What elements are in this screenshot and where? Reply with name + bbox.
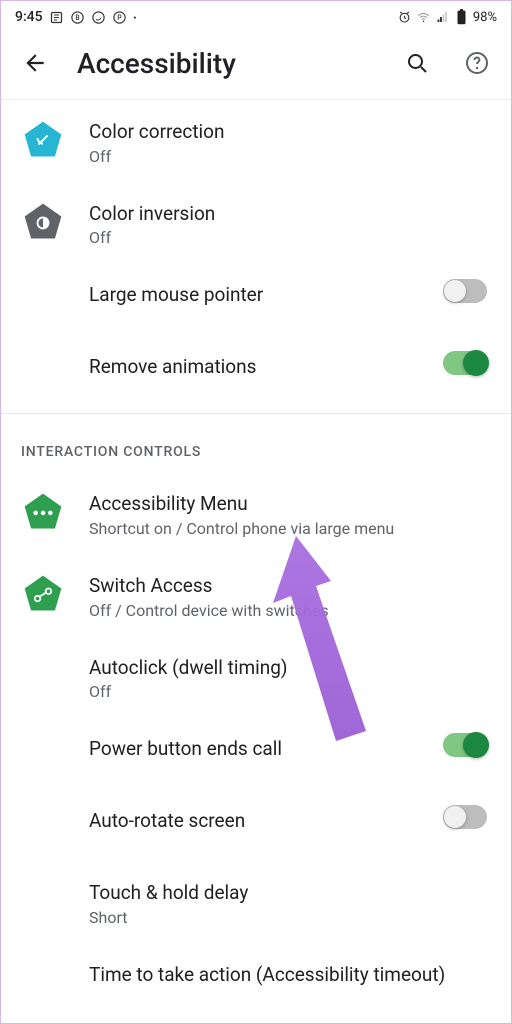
item-color-inversion[interactable]: Color inversion Off (1, 182, 511, 264)
item-autoclick[interactable]: Autoclick (dwell timing) Off (1, 636, 511, 718)
item-title: Large mouse pointer (89, 283, 419, 308)
signal-icon (435, 10, 450, 25)
item-sub: Shortcut on / Control phone via large me… (89, 519, 491, 538)
item-title: Remove animations (89, 355, 419, 380)
page-title: Accessibility (77, 47, 375, 80)
item-time-to-take-action[interactable]: Time to take action (Accessibility timeo… (1, 943, 511, 1015)
accessibility-menu-icon (21, 490, 65, 534)
more-icon: · (133, 8, 138, 27)
item-title: Color inversion (89, 202, 491, 227)
help-icon (465, 51, 489, 75)
item-touch-hold-delay[interactable]: Touch & hold delay Short (1, 861, 511, 943)
arrow-back-icon (22, 50, 48, 76)
battery-text: 98% (473, 10, 497, 25)
wifi-icon (416, 10, 431, 25)
status-time: 9:45 (15, 9, 43, 25)
toggle-auto-rotate[interactable] (443, 805, 487, 829)
item-title: Time to take action (Accessibility timeo… (89, 963, 491, 988)
status-bar: 9:45 B P · 98% (1, 1, 511, 31)
help-button[interactable] (459, 45, 495, 81)
item-title: Color correction (89, 120, 491, 145)
item-sub: Off (89, 228, 491, 247)
item-title: Accessibility Menu (89, 492, 491, 517)
toggle-large-mouse[interactable] (443, 279, 487, 303)
search-icon (405, 51, 429, 75)
notif-icon-1 (49, 10, 64, 25)
svg-text:B: B (75, 14, 79, 22)
item-sub: Off (89, 147, 491, 166)
item-sub: Off (89, 682, 491, 701)
item-title: Touch & hold delay (89, 881, 491, 906)
item-sub: Off / Control device with switches (89, 601, 491, 620)
notif-icon-2: B (70, 10, 85, 25)
back-button[interactable] (17, 45, 53, 81)
switch-access-icon (21, 572, 65, 616)
item-switch-access[interactable]: Switch Access Off / Control device with … (1, 554, 511, 636)
item-title: Autoclick (dwell timing) (89, 656, 491, 681)
item-sub: Short (89, 908, 491, 927)
item-accessibility-menu[interactable]: Accessibility Menu Shortcut on / Control… (1, 472, 511, 554)
app-bar: Accessibility (1, 31, 511, 100)
whatsapp-icon (91, 10, 106, 25)
section-header-interaction: INTERACTION CONTROLS (1, 420, 511, 472)
item-title: Power button ends call (89, 737, 419, 762)
item-title: Switch Access (89, 574, 491, 599)
interaction-section: Accessibility Menu Shortcut on / Control… (1, 472, 511, 1015)
battery-icon (454, 10, 469, 25)
pinterest-icon: P (112, 10, 127, 25)
divider (1, 413, 511, 414)
item-power-button-ends-call[interactable]: Power button ends call (1, 717, 511, 789)
item-color-correction[interactable]: Color correction Off (1, 100, 511, 182)
display-section: Color correction Off Color inversion Off… (1, 100, 511, 407)
color-correction-icon (21, 118, 65, 162)
toggle-power-ends-call[interactable] (443, 733, 487, 757)
item-auto-rotate[interactable]: Auto-rotate screen (1, 789, 511, 861)
item-remove-animations[interactable]: Remove animations (1, 335, 511, 407)
item-large-mouse-pointer[interactable]: Large mouse pointer (1, 263, 511, 335)
search-button[interactable] (399, 45, 435, 81)
toggle-remove-animations[interactable] (443, 351, 487, 375)
color-inversion-icon (21, 200, 65, 244)
item-title: Auto-rotate screen (89, 809, 419, 834)
svg-text:P: P (117, 14, 122, 22)
alarm-icon (397, 10, 412, 25)
